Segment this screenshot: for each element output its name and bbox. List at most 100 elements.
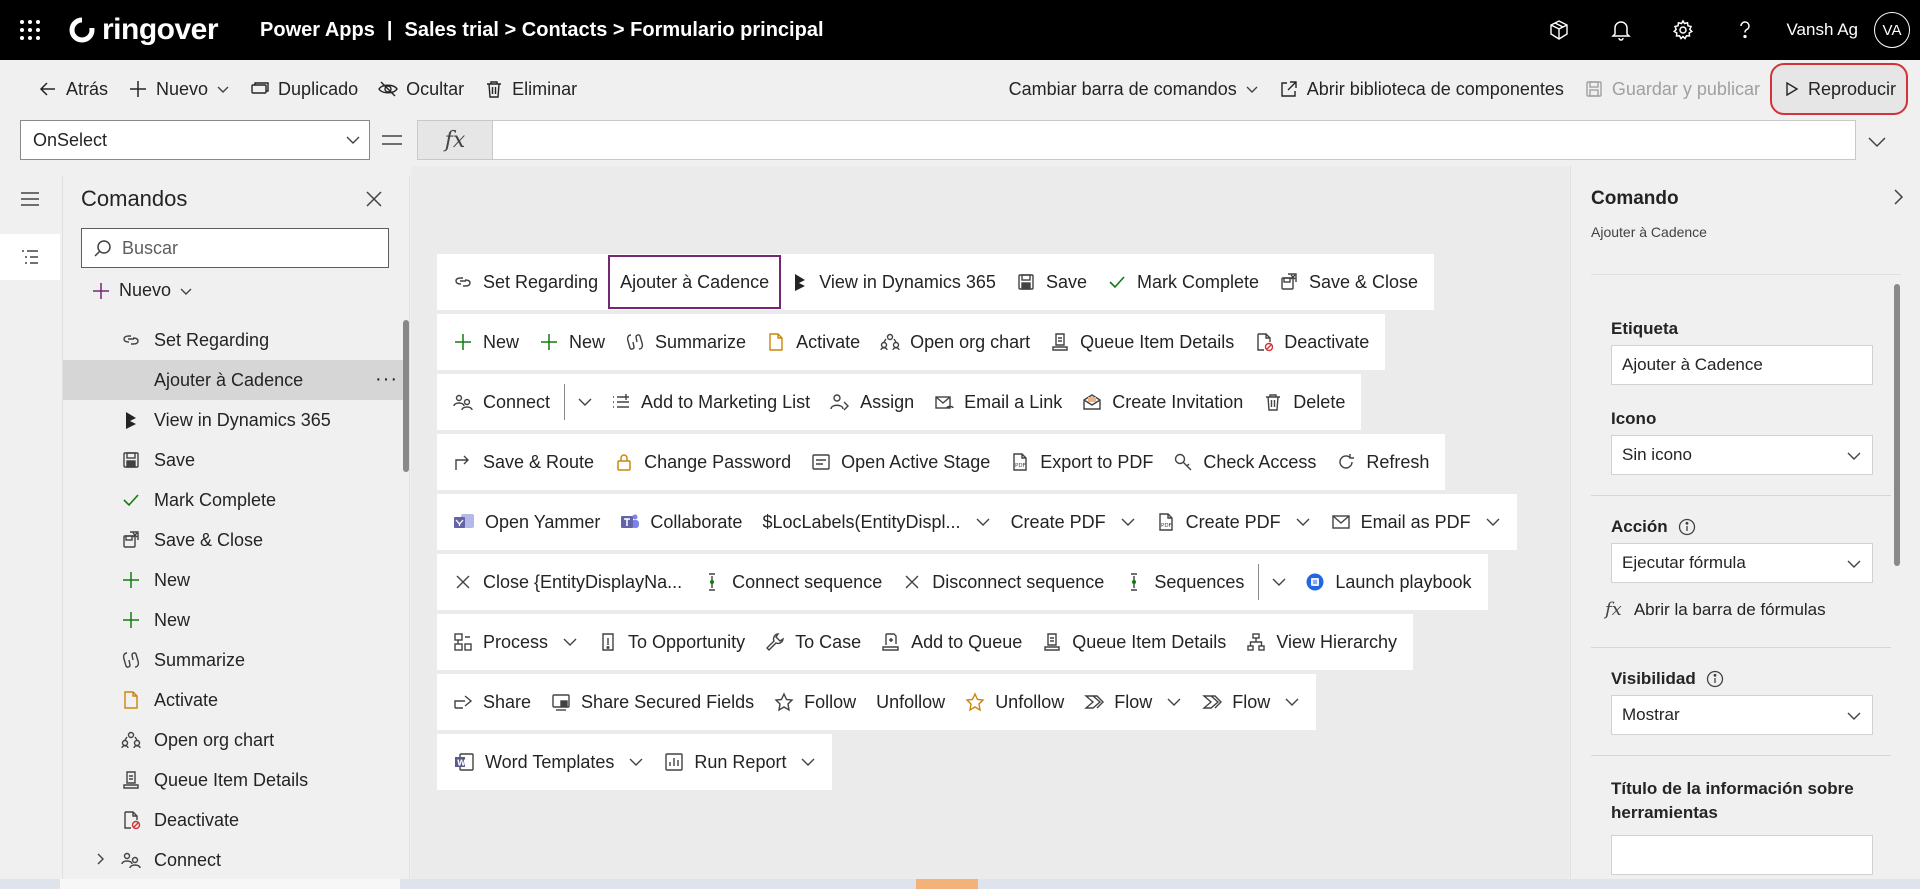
tree-item-set-regarding[interactable]: Set Regarding [63, 320, 403, 360]
help-icon[interactable] [1714, 0, 1776, 60]
more-options-icon[interactable]: ··· [375, 368, 398, 391]
duplicate-button[interactable]: Duplicado [240, 69, 368, 109]
command-button-create-pdf[interactable]: Create PDF [1001, 498, 1146, 546]
command-button-collaborate[interactable]: Collaborate [610, 498, 752, 546]
command-button-ajouter-cadence[interactable]: Ajouter à Cadence [608, 255, 782, 309]
command-button-share[interactable]: Share [443, 678, 541, 726]
command-button-share-secured-fields[interactable]: Share Secured Fields [541, 678, 764, 726]
user-name[interactable]: Vansh Ag [1786, 20, 1858, 40]
tree-item-mark-complete[interactable]: Mark Complete [63, 480, 403, 520]
command-button-save-close[interactable]: Save & Close [1269, 258, 1428, 306]
command-button-disconnect-sequence[interactable]: Disconnect sequence [892, 558, 1114, 606]
command-button-mark-complete[interactable]: Mark Complete [1097, 258, 1269, 306]
chevron-down-icon[interactable] [1866, 130, 1888, 152]
tree-item-new[interactable]: New [63, 600, 403, 640]
command-button-flow[interactable]: Flow [1192, 678, 1310, 726]
command-button-sequences[interactable]: Sequences [1114, 558, 1254, 606]
info-icon[interactable] [1678, 518, 1696, 536]
props-scrollbar[interactable] [1894, 284, 1900, 566]
command-button-view-in-dynamics-365[interactable]: View in Dynamics 365 [781, 258, 1006, 306]
tree-view-icon[interactable] [0, 234, 60, 280]
tooltip-field[interactable] [1611, 835, 1873, 875]
label-field[interactable]: Ajouter à Cadence [1611, 345, 1873, 385]
command-button-to-case[interactable]: To Case [755, 618, 871, 666]
panel-scrollbar[interactable] [403, 320, 409, 472]
command-button-open-active-stage[interactable]: Open Active Stage [801, 438, 1000, 486]
bell-icon[interactable] [1590, 0, 1652, 60]
tree-item-open-org-chart[interactable]: Open org chart [63, 720, 403, 760]
command-button-launch-playbook[interactable]: Launch playbook [1295, 558, 1481, 606]
tree-item-save-close[interactable]: Save & Close [63, 520, 403, 560]
command-button-new[interactable]: New [529, 318, 615, 366]
command-button-export-to-pdf[interactable]: PDF Export to PDF [1000, 438, 1163, 486]
chevron-right-icon[interactable] [93, 852, 107, 866]
command-button-summarize[interactable]: Summarize [615, 318, 756, 366]
command-button-delete[interactable]: Delete [1253, 378, 1355, 426]
tree-item-activate[interactable]: Activate [63, 680, 403, 720]
command-button-unfollow[interactable]: Unfollow [866, 678, 955, 726]
command-button-save-route[interactable]: Save & Route [443, 438, 604, 486]
command-button-open-yammer[interactable]: Open Yammer [443, 498, 610, 546]
command-button-open-org-chart[interactable]: Open org chart [870, 318, 1040, 366]
command-button-create-invitation[interactable]: Create Invitation [1072, 378, 1253, 426]
command-button-new[interactable]: New [443, 318, 529, 366]
tree-item-connect[interactable]: Connect [63, 840, 403, 880]
visibility-dropdown[interactable]: Mostrar [1611, 695, 1873, 735]
environment-icon[interactable] [1528, 0, 1590, 60]
open-formula-bar-link[interactable]: fx Abrir la barra de fórmulas [1605, 599, 1826, 620]
action-dropdown[interactable]: Ejecutar fórmula [1611, 543, 1873, 583]
avatar[interactable]: VA [1874, 12, 1910, 48]
formula-input[interactable] [492, 120, 1856, 160]
command-button-activate[interactable]: Activate [756, 318, 870, 366]
gear-icon[interactable] [1652, 0, 1714, 60]
tree-item-save[interactable]: Save [63, 440, 403, 480]
command-button-to-opportunity[interactable]: To Opportunity [588, 618, 755, 666]
chevron-right-icon[interactable] [1889, 188, 1907, 206]
brand-logo[interactable]: ringover [68, 13, 219, 47]
command-button-create-pdf[interactable]: PDF Create PDF [1146, 498, 1321, 546]
save-publish-button[interactable]: Guardar y publicar [1574, 69, 1770, 109]
command-button-assign[interactable]: Assign [820, 378, 924, 426]
open-library-button[interactable]: Abrir biblioteca de componentes [1269, 69, 1574, 109]
command-button-process[interactable]: Process [443, 618, 588, 666]
tree-item-new[interactable]: New [63, 560, 403, 600]
command-button-queue-item-details[interactable]: Queue Item Details [1032, 618, 1236, 666]
fx-button[interactable]: fx [417, 120, 493, 160]
command-button-deactivate[interactable]: Deactivate [1244, 318, 1379, 366]
command-button-follow[interactable]: Follow [764, 678, 866, 726]
command-button-check-access[interactable]: Check Access [1163, 438, 1326, 486]
command-button-add-to-queue[interactable]: Add to Queue [871, 618, 1032, 666]
command-button-loclabels-entitydispl[interactable]: $LocLabels(EntityDispl... [752, 498, 1000, 546]
info-icon[interactable] [1706, 670, 1724, 688]
command-button-connect-sequence[interactable]: Connect sequence [692, 558, 892, 606]
property-dropdown[interactable]: OnSelect [20, 120, 370, 160]
command-button-save[interactable]: Save [1006, 258, 1097, 306]
tree-item-queue-item-details[interactable]: Queue Item Details [63, 760, 403, 800]
tree-item-ajouter-cadence[interactable]: Ajouter à Cadence ··· [63, 360, 403, 400]
split-dropdown-button[interactable] [1263, 558, 1295, 606]
tree-item-summarize[interactable]: Summarize [63, 640, 403, 680]
play-button[interactable]: Reproducir [1769, 63, 1908, 115]
search-input[interactable]: Buscar [81, 228, 389, 268]
command-button-email-a-link[interactable]: Email a Link [924, 378, 1072, 426]
command-button-connect[interactable]: Connect [443, 378, 560, 426]
hamburger-icon[interactable] [0, 176, 60, 222]
command-button-set-regarding[interactable]: Set Regarding [443, 258, 608, 306]
command-button-close-entitydisplayna[interactable]: Close {EntityDisplayNa... [443, 558, 692, 606]
command-button-flow[interactable]: Flow [1074, 678, 1192, 726]
delete-button[interactable]: Eliminar [474, 69, 587, 109]
tree-item-view-in-dynamics-365[interactable]: View in Dynamics 365 [63, 400, 403, 440]
split-dropdown-button[interactable] [569, 378, 601, 426]
waffle-icon[interactable] [0, 0, 60, 60]
back-button[interactable]: Atrás [28, 69, 118, 109]
close-icon[interactable] [365, 190, 383, 208]
command-button-change-password[interactable]: Change Password [604, 438, 801, 486]
hide-button[interactable]: Ocultar [368, 69, 474, 109]
command-button-unfollow[interactable]: Unfollow [955, 678, 1074, 726]
command-button-view-hierarchy[interactable]: View Hierarchy [1236, 618, 1407, 666]
tree-item-deactivate[interactable]: Deactivate [63, 800, 403, 840]
command-button-run-report[interactable]: Run Report [654, 738, 826, 786]
change-commandbar-button[interactable]: Cambiar barra de comandos [999, 69, 1269, 109]
command-button-word-templates[interactable]: W Word Templates [443, 738, 654, 786]
icon-dropdown[interactable]: Sin icono [1611, 435, 1873, 475]
